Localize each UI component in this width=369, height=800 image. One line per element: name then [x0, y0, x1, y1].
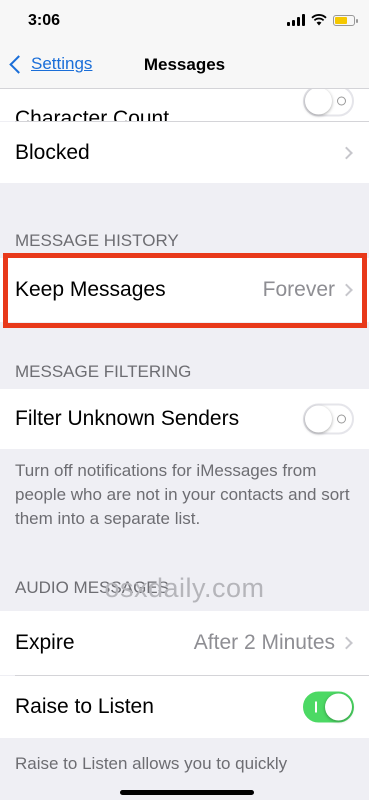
raise-to-listen-toggle[interactable]: [303, 691, 354, 723]
status-time: 3:06: [28, 12, 61, 29]
cellular-signal-icon: [287, 14, 305, 26]
expire-value: After 2 Minutes: [193, 631, 335, 654]
filter-unknown-label: Filter Unknown Senders: [15, 407, 240, 430]
navigation-bar: Settings Messages: [0, 44, 369, 89]
status-bar: 3:06: [0, 0, 369, 44]
settings-list: Character Count Blocked MESSAGE HISTORY …: [0, 89, 369, 776]
expire-label: Expire: [15, 631, 75, 654]
battery-icon: [333, 14, 358, 26]
section-header-filtering: MESSAGE FILTERING: [15, 362, 192, 381]
raise-footer: Raise to Listen allows you to quickly: [15, 754, 288, 773]
character-count-row[interactable]: Character Count: [0, 89, 369, 121]
raise-to-listen-label: Raise to Listen: [15, 695, 154, 718]
wifi-icon: [311, 14, 327, 26]
filter-unknown-row[interactable]: Filter Unknown Senders: [0, 389, 369, 449]
keep-messages-value: Forever: [262, 278, 335, 301]
toggle-off-icon: [337, 96, 346, 106]
page-title: Messages: [143, 55, 226, 74]
chevron-right-icon: [340, 283, 353, 297]
status-icons: [287, 14, 358, 26]
expire-row[interactable]: Expire After 2 Minutes: [0, 611, 369, 675]
home-indicator: [120, 790, 254, 795]
toggle-knob: [305, 89, 332, 115]
blocked-label: Blocked: [15, 140, 90, 164]
toggle-off-icon: [337, 414, 346, 424]
section-header-history: MESSAGE HISTORY: [15, 231, 179, 250]
raise-to-listen-row[interactable]: Raise to Listen: [0, 676, 369, 738]
filtering-footer: Turn off notifications for iMessages fro…: [15, 461, 350, 528]
chevron-right-icon: [340, 146, 353, 159]
blocked-row[interactable]: Blocked: [0, 122, 369, 183]
toggle-knob: [325, 693, 352, 721]
keep-messages-label: Keep Messages: [15, 278, 166, 301]
character-count-toggle[interactable]: [303, 89, 354, 117]
toggle-on-icon: [315, 701, 317, 713]
toggle-knob: [305, 405, 332, 433]
chevron-right-icon: [340, 636, 353, 650]
watermark: osxdaily.com: [104, 573, 265, 603]
filter-unknown-toggle[interactable]: [303, 403, 354, 435]
character-count-label: Character Count: [15, 107, 170, 121]
keep-messages-row[interactable]: Keep Messages Forever: [0, 258, 369, 322]
